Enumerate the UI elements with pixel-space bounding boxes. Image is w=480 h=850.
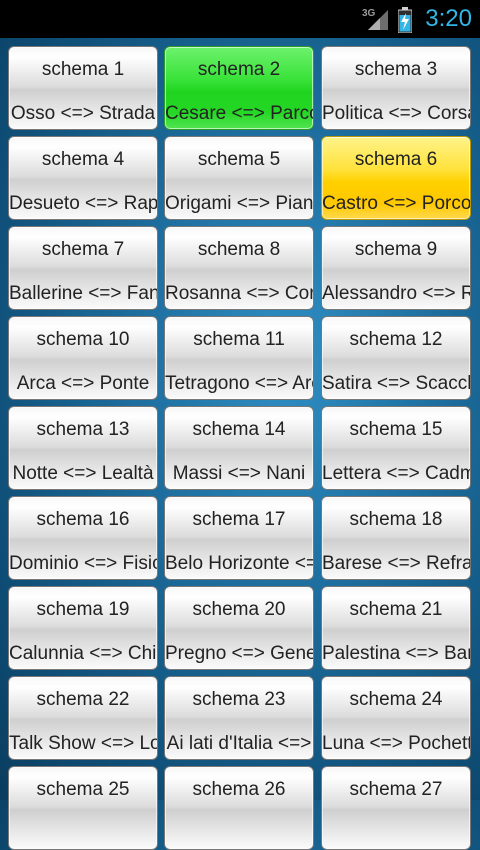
schema-title: schema 8 <box>197 239 281 260</box>
schema-title: schema 24 <box>349 689 443 710</box>
schema-title: schema 1 <box>41 59 125 80</box>
schema-grid: schema 1 Osso <=> Strada schema 2 Cesare <=… <box>0 38 480 850</box>
schema-title: schema 2 <box>197 59 281 80</box>
schema-word-pair: Origami <=> Piano <box>165 193 313 214</box>
schema-title: schema 21 <box>349 599 443 620</box>
schema-word-pair: Luna <=> Pochette <box>322 733 470 754</box>
schema-tile[interactable]: schema 4 Desueto <=> Rapido <box>8 136 158 220</box>
schema-title: schema 22 <box>36 689 130 710</box>
schema-word-pair: Dominio <=> Fisica <box>9 553 157 574</box>
schema-word-pair: Alessandro <=> Re <box>322 283 470 304</box>
schema-word-pair: Barese <=> Refrain <box>322 553 470 574</box>
schema-title: schema 3 <box>354 59 438 80</box>
schema-word-pair: Notte <=> Lealtà <box>12 463 154 484</box>
schema-tile[interactable]: schema 5 Origami <=> Piano <box>164 136 314 220</box>
battery-charging-icon <box>397 7 413 38</box>
schema-word-pair: Desueto <=> Rapido <box>9 193 157 214</box>
schema-tile[interactable]: schema 6 Castro <=> Porco <box>321 136 471 220</box>
schema-title: schema 25 <box>36 779 130 800</box>
schema-word-pair: Castro <=> Porco <box>322 193 470 214</box>
schema-title: schema 11 <box>193 329 285 350</box>
schema-tile[interactable]: schema 21 Palestina <=> Bara <box>321 586 471 670</box>
schema-title: schema 17 <box>192 509 286 530</box>
schema-tile[interactable]: schema 1 Osso <=> Strada <box>8 46 158 130</box>
signal-strength-icon <box>368 10 388 35</box>
schema-title: schema 23 <box>192 689 286 710</box>
schema-tile[interactable]: schema 26 <box>164 766 314 850</box>
schema-title: schema 9 <box>354 239 438 260</box>
schema-tile[interactable]: schema 9 Alessandro <=> Re <box>321 226 471 310</box>
schema-word-pair: Lettera <=> Cadmio <box>322 463 470 484</box>
schema-tile[interactable]: schema 13 Notte <=> Lealtà <box>8 406 158 490</box>
schema-title: schema 7 <box>41 239 125 260</box>
schema-word-pair: Talk Show <=> Lotto <box>9 733 157 754</box>
schema-title: schema 20 <box>192 599 286 620</box>
schema-tile[interactable]: schema 10 Arca <=> Ponte <box>8 316 158 400</box>
schema-title: schema 27 <box>349 779 443 800</box>
schema-tile[interactable]: schema 12 Satira <=> Scacchi <box>321 316 471 400</box>
schema-title: schema 19 <box>36 599 130 620</box>
schema-title: schema 26 <box>192 779 286 800</box>
schema-tile[interactable]: schema 2 Cesare <=> Parco <box>164 46 314 130</box>
schema-title: schema 18 <box>349 509 443 530</box>
status-bar: 3G 3:20 <box>0 0 480 38</box>
schema-word-pair: Rosanna <=> Coro <box>165 283 313 304</box>
schema-tile[interactable]: schema 18 Barese <=> Refrain <box>321 496 471 580</box>
schema-word-pair: Palestina <=> Bara <box>322 643 470 664</box>
schema-word-pair: Ai lati d'Italia <=> <box>166 733 312 754</box>
schema-title: schema 4 <box>41 149 125 170</box>
clock-time: 3:20 <box>425 5 472 32</box>
schema-word-pair: Politica <=> Corsa <box>322 103 470 124</box>
schema-title: schema 14 <box>192 419 286 440</box>
schema-tile[interactable]: schema 15 Lettera <=> Cadmio <box>321 406 471 490</box>
schema-tile[interactable]: schema 27 <box>321 766 471 850</box>
schema-word-pair: Cesare <=> Parco <box>165 103 313 124</box>
schema-word-pair: Arca <=> Ponte <box>16 373 150 394</box>
schema-title: schema 13 <box>36 419 130 440</box>
schema-tile[interactable]: schema 23 Ai lati d'Italia <=> <box>164 676 314 760</box>
schema-tile[interactable]: schema 25 <box>8 766 158 850</box>
schema-word-pair: Belo Horizonte <=> <box>165 553 313 574</box>
schema-word-pair: Osso <=> Strada <box>10 103 156 124</box>
schema-word-pair: Massi <=> Nani <box>172 463 306 484</box>
schema-tile[interactable]: schema 19 Calunnia <=> Chiesa <box>8 586 158 670</box>
schema-word-pair: Ballerine <=> Fante <box>9 283 157 304</box>
schema-tile[interactable]: schema 16 Dominio <=> Fisica <box>8 496 158 580</box>
schema-tile[interactable]: schema 20 Pregno <=> Genere <box>164 586 314 670</box>
schema-tile[interactable]: schema 7 Ballerine <=> Fante <box>8 226 158 310</box>
schema-tile[interactable]: schema 14 Massi <=> Nani <box>164 406 314 490</box>
schema-tile[interactable]: schema 8 Rosanna <=> Coro <box>164 226 314 310</box>
schema-word-pair: Pregno <=> Genere <box>165 643 313 664</box>
schema-title: schema 12 <box>349 329 443 350</box>
schema-title: schema 10 <box>36 329 130 350</box>
schema-word-pair: Tetragono <=> Arco <box>165 373 313 394</box>
schema-tile[interactable]: schema 17 Belo Horizonte <=> <box>164 496 314 580</box>
schema-title: schema 15 <box>349 419 443 440</box>
schema-title: schema 16 <box>36 509 130 530</box>
schema-word-pair: Satira <=> Scacchi <box>322 373 470 394</box>
schema-title: schema 6 <box>354 149 438 170</box>
schema-tile[interactable]: schema 22 Talk Show <=> Lotto <box>8 676 158 760</box>
schema-tile[interactable]: schema 24 Luna <=> Pochette <box>321 676 471 760</box>
schema-title: schema 5 <box>197 149 281 170</box>
schema-tile[interactable]: schema 3 Politica <=> Corsa <box>321 46 471 130</box>
schema-tile[interactable]: schema 11 Tetragono <=> Arco <box>164 316 314 400</box>
schema-word-pair: Calunnia <=> Chiesa <box>9 643 157 664</box>
